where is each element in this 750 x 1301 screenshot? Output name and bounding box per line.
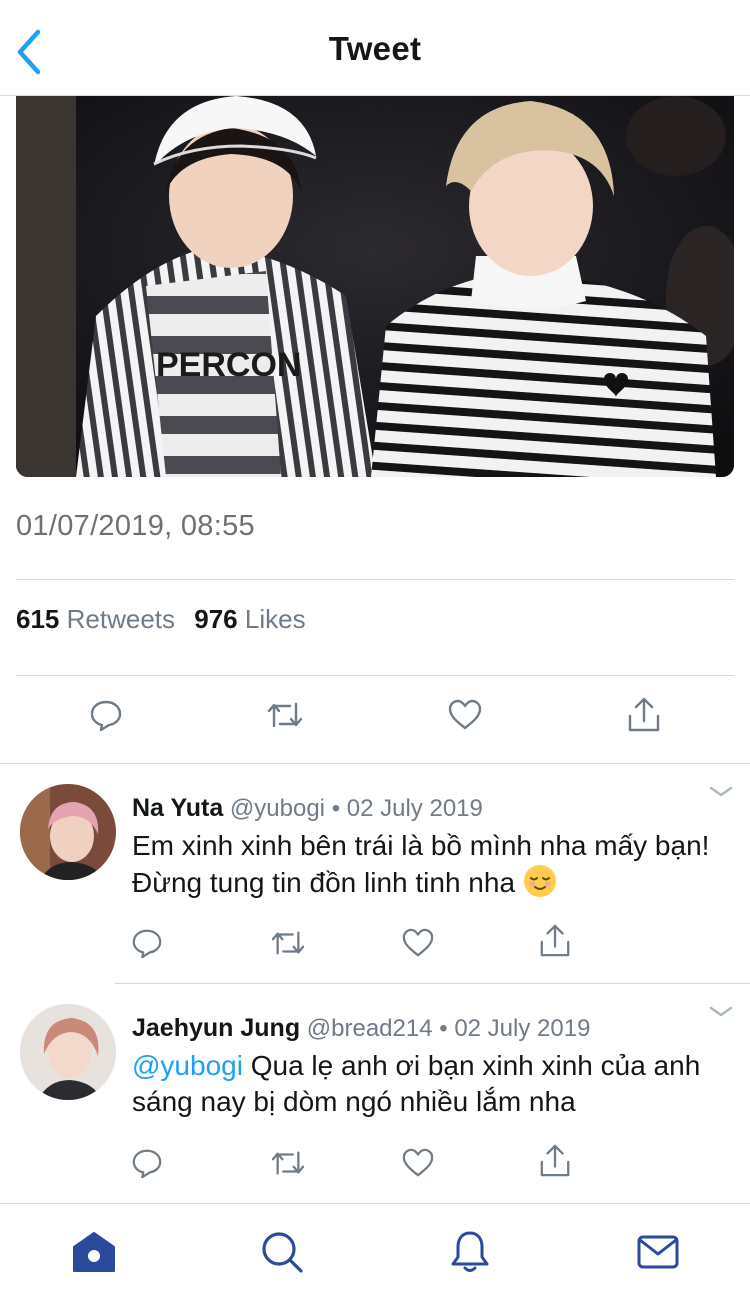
messages-icon [637,1235,679,1269]
like-button[interactable] [398,1143,438,1183]
retweet-icon [271,931,305,955]
tab-notifications[interactable] [446,1228,494,1276]
reply-header: Na Yuta @yubogi • 02 July 2019 [132,794,483,823]
bottom-tab-bar [0,1203,750,1301]
chevron-down-icon[interactable] [708,1004,734,1020]
photo-shirt-text: PERCON [156,346,301,384]
share-button[interactable] [535,1141,575,1181]
tweet-photo[interactable]: PERCON [16,96,734,477]
share-icon [540,924,570,957]
share-icon [540,1144,570,1177]
reply-text-body: Em xinh xinh bên trái là bồ mình nha mấy… [132,830,710,898]
like-icon [402,1148,434,1177]
author-handle[interactable]: @yubogi [230,795,325,822]
reply-text: Em xinh xinh bên trái là bồ mình nha mấy… [132,828,717,901]
top-nav-bar: Tweet [0,0,750,96]
reply-icon [90,700,122,732]
divider [16,675,734,676]
share-icon [628,697,660,732]
like-button[interactable] [445,695,485,735]
tweet-timestamp: 01/07/2019, 08:55 [16,510,255,542]
reply-icon [132,929,162,959]
chevron-down-icon[interactable] [708,784,734,800]
likes-label[interactable]: Likes [245,604,306,634]
retweets-count[interactable]: 615 [16,604,59,634]
tab-home[interactable] [70,1228,118,1276]
author-handle[interactable]: @bread214 [307,1015,433,1042]
tab-search[interactable] [258,1228,306,1276]
mention-link[interactable]: @yubogi [132,1050,243,1081]
tweet-stats: 615 Retweets 976 Likes [16,604,306,635]
retweet-button[interactable] [268,1143,308,1183]
likes-count[interactable]: 976 [194,604,237,634]
reply-header: Jaehyun Jung @bread214 • 02 July 2019 [132,1014,590,1043]
author-name[interactable]: Na Yuta [132,794,223,822]
page-title: Tweet [328,30,422,67]
home-icon [73,1232,115,1272]
dot-separator: • [439,1015,448,1042]
reply-button[interactable] [86,695,126,735]
notifications-icon [451,1231,489,1272]
retweets-label[interactable]: Retweets [67,604,175,634]
divider [16,579,734,580]
tab-messages[interactable] [634,1228,682,1276]
retweet-icon [267,702,303,728]
share-button[interactable] [535,921,575,961]
reply-button[interactable] [127,1143,167,1183]
like-icon [402,928,434,957]
author-name[interactable]: Jaehyun Jung [132,1014,300,1042]
retweet-button[interactable] [268,923,308,963]
reply-date: 02 July 2019 [454,1015,591,1042]
like-icon [448,699,482,730]
tweet-actions [0,695,750,745]
reply-item[interactable]: Jaehyun Jung @bread214 • 02 July 2019 @y… [0,984,750,1204]
reply-item[interactable]: Na Yuta @yubogi • 02 July 2019 Em xinh x… [0,764,750,984]
share-button[interactable] [624,695,664,735]
avatar[interactable] [20,1004,116,1100]
avatar[interactable] [20,784,116,880]
reply-text: @yubogi Qua lẹ anh ơi bạn xinh xinh của … [132,1048,717,1120]
dot-separator: • [331,795,341,822]
retweet-button[interactable] [265,695,305,735]
relieved-face-emoji [523,865,556,897]
retweet-icon [271,1151,305,1175]
reply-icon [132,1149,162,1179]
reply-button[interactable] [127,923,167,963]
like-button[interactable] [398,923,438,963]
reply-date: 02 July 2019 [346,795,483,822]
search-icon [262,1232,303,1273]
